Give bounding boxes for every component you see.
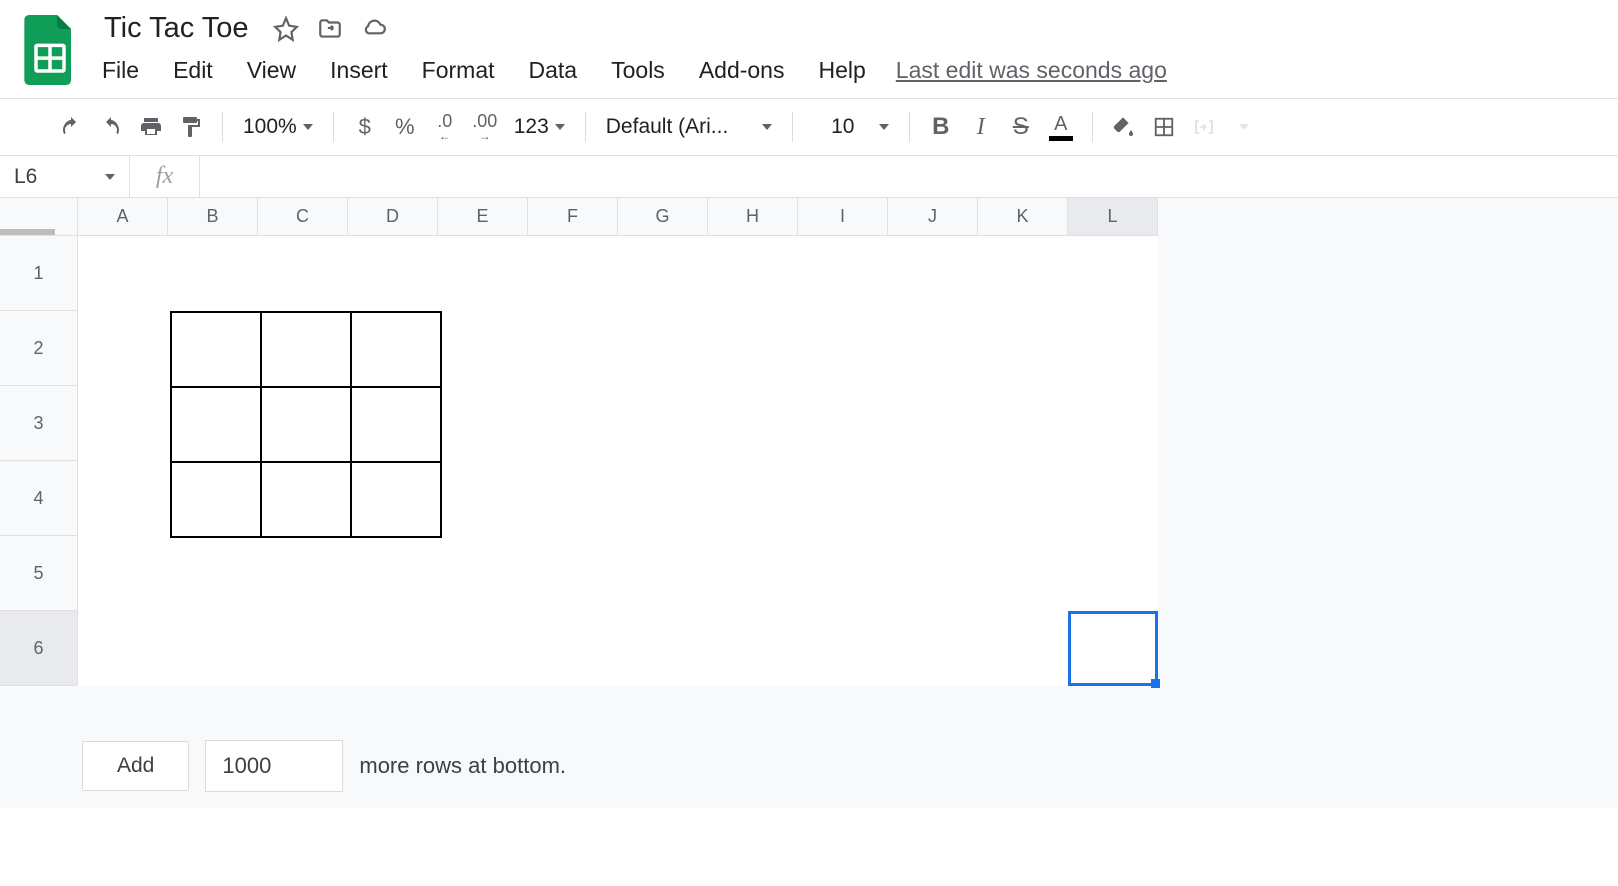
col-header-C[interactable]: C bbox=[258, 198, 348, 236]
merge-dropdown bbox=[1225, 108, 1263, 146]
row-header-4[interactable]: 4 bbox=[0, 461, 78, 536]
menu-data[interactable]: Data bbox=[525, 55, 582, 86]
document-title[interactable]: Tic Tac Toe bbox=[98, 10, 255, 47]
print-button[interactable] bbox=[132, 108, 170, 146]
decrease-decimal-button[interactable]: .0← bbox=[426, 108, 464, 146]
fx-icon: fx bbox=[130, 156, 200, 197]
menu-file[interactable]: File bbox=[98, 55, 143, 86]
zoom-select[interactable]: 100% bbox=[235, 115, 321, 139]
more-formats-select[interactable]: 123 bbox=[506, 115, 573, 139]
menu-view[interactable]: View bbox=[243, 55, 300, 86]
col-header-H[interactable]: H bbox=[708, 198, 798, 236]
cloud-status-icon[interactable] bbox=[361, 16, 387, 42]
menu-insert[interactable]: Insert bbox=[326, 55, 392, 86]
text-color-button[interactable]: A bbox=[1042, 108, 1080, 146]
row-header-3[interactable]: 3 bbox=[0, 386, 78, 461]
font-size-select[interactable]: 10 bbox=[805, 115, 897, 139]
add-rows-button[interactable]: Add bbox=[82, 741, 189, 791]
sheets-logo[interactable] bbox=[20, 10, 80, 90]
toolbar: 100% $ % .0← .00→ 123 Default (Ari... 10… bbox=[0, 98, 1618, 156]
menu-tools[interactable]: Tools bbox=[607, 55, 669, 86]
col-header-B[interactable]: B bbox=[168, 198, 258, 236]
spreadsheet-grid[interactable]: A B C D E F G H I J K L 1 2 3 4 5 6 bbox=[0, 198, 1618, 798]
col-header-F[interactable]: F bbox=[528, 198, 618, 236]
increase-decimal-button[interactable]: .00→ bbox=[466, 108, 504, 146]
borders-button[interactable] bbox=[1145, 108, 1183, 146]
row-header-1[interactable]: 1 bbox=[0, 236, 78, 311]
row-header-5[interactable]: 5 bbox=[0, 536, 78, 611]
row-header-6[interactable]: 6 bbox=[0, 611, 78, 686]
add-rows-footer: Add more rows at bottom. bbox=[0, 724, 1618, 808]
col-header-A[interactable]: A bbox=[78, 198, 168, 236]
undo-button[interactable] bbox=[52, 108, 90, 146]
fill-color-button[interactable] bbox=[1105, 108, 1143, 146]
formula-bar-input[interactable] bbox=[200, 156, 1618, 197]
col-header-G[interactable]: G bbox=[618, 198, 708, 236]
menu-format[interactable]: Format bbox=[418, 55, 499, 86]
tic-tac-toe-board bbox=[170, 311, 442, 538]
merge-cells-button bbox=[1185, 108, 1223, 146]
percent-button[interactable]: % bbox=[386, 108, 424, 146]
col-header-D[interactable]: D bbox=[348, 198, 438, 236]
col-header-I[interactable]: I bbox=[798, 198, 888, 236]
col-header-K[interactable]: K bbox=[978, 198, 1068, 236]
strikethrough-button[interactable]: S bbox=[1002, 108, 1040, 146]
col-header-E[interactable]: E bbox=[438, 198, 528, 236]
font-select[interactable]: Default (Ari... bbox=[598, 115, 780, 139]
move-icon[interactable] bbox=[317, 16, 343, 42]
redo-button[interactable] bbox=[92, 108, 130, 146]
add-rows-suffix-label: more rows at bottom. bbox=[359, 753, 566, 779]
menu-addons[interactable]: Add-ons bbox=[695, 55, 789, 86]
currency-button[interactable]: $ bbox=[346, 108, 384, 146]
add-rows-count-input[interactable] bbox=[205, 740, 343, 792]
star-icon[interactable] bbox=[273, 16, 299, 42]
select-all-corner[interactable] bbox=[0, 198, 78, 236]
name-box[interactable]: L6 bbox=[0, 156, 130, 197]
col-header-J[interactable]: J bbox=[888, 198, 978, 236]
menu-edit[interactable]: Edit bbox=[169, 55, 217, 86]
menu-help[interactable]: Help bbox=[814, 55, 869, 86]
row-header-2[interactable]: 2 bbox=[0, 311, 78, 386]
last-edit-link[interactable]: Last edit was seconds ago bbox=[896, 57, 1167, 84]
bold-button[interactable]: B bbox=[922, 108, 960, 146]
italic-button[interactable]: I bbox=[962, 108, 1000, 146]
col-header-L[interactable]: L bbox=[1068, 198, 1158, 236]
paint-format-button[interactable] bbox=[172, 108, 210, 146]
menu-bar: File Edit View Insert Format Data Tools … bbox=[98, 51, 1598, 90]
